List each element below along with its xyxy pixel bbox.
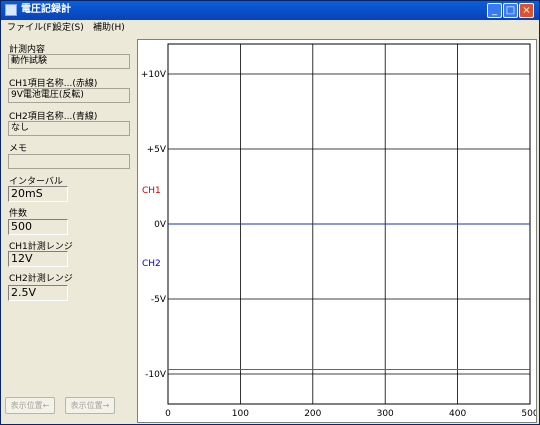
y-tick-label: +10V [141, 70, 167, 80]
ch2-range-label: CH2計測レンジ [9, 274, 73, 284]
x-tick-label: 0 [165, 409, 171, 419]
y-tick-label: 0V [154, 220, 167, 230]
y-tick-label: -10V [145, 370, 167, 380]
ch2-range-field: 2.5V [8, 285, 68, 301]
menu-bar: ファイル(F) 設定(S) 補助(H) [1, 21, 539, 36]
x-tick-label: 200 [304, 409, 321, 419]
close-button[interactable]: × [519, 3, 534, 18]
measure-field[interactable]: 動作試験 [8, 54, 130, 69]
minimize-button[interactable]: _ [487, 3, 502, 18]
y-tick-label: +5V [147, 145, 167, 155]
x-tick-label: 400 [449, 409, 466, 419]
title-bar[interactable]: 電圧記録計 _ □ × [1, 1, 539, 20]
sidebar: 計測内容 動作試験 CH1項目名称...(赤線) 9V電池電圧(反転) CH2項… [1, 37, 134, 424]
menu-help[interactable]: 補助(H) [93, 22, 125, 35]
y-tick-label: -5V [151, 295, 167, 305]
menu-settings[interactable]: 設定(S) [53, 22, 84, 35]
ch2-name-field[interactable]: なし [8, 121, 130, 136]
menu-file[interactable]: ファイル(F) [7, 22, 55, 35]
x-tick-label: 100 [232, 409, 249, 419]
display-position-forward-button[interactable]: 表示位置→ [65, 397, 115, 414]
channel-label-ch1: CH1 [142, 186, 161, 196]
display-position-back-button[interactable]: 表示位置← [5, 397, 55, 414]
maximize-button[interactable]: □ [503, 3, 518, 18]
window-title: 電圧記録計 [21, 4, 71, 15]
x-tick-label: 500 [521, 409, 536, 419]
voltage-chart: 0 100 200 300 400 500 +10V +5V 0V -5V -10V CH1 CH2 [141, 43, 539, 419]
memo-field[interactable] [8, 154, 130, 169]
app-icon [5, 4, 17, 16]
chart-area: 0 100 200 300 400 500 +10V +5V 0V -5V -10V CH1 CH2 [137, 39, 539, 423]
app-window: 電圧記録計 _ □ × ファイル(F) 設定(S) 補助(H) 計測内容 動作試… [0, 0, 540, 425]
ch1-range-field: 12V [8, 251, 68, 267]
x-tick-label: 300 [377, 409, 394, 419]
count-field: 500 [8, 219, 68, 235]
interval-field: 20mS [8, 186, 68, 202]
ch1-name-field[interactable]: 9V電池電圧(反転) [8, 88, 130, 103]
channel-label-ch2: CH2 [142, 259, 161, 269]
